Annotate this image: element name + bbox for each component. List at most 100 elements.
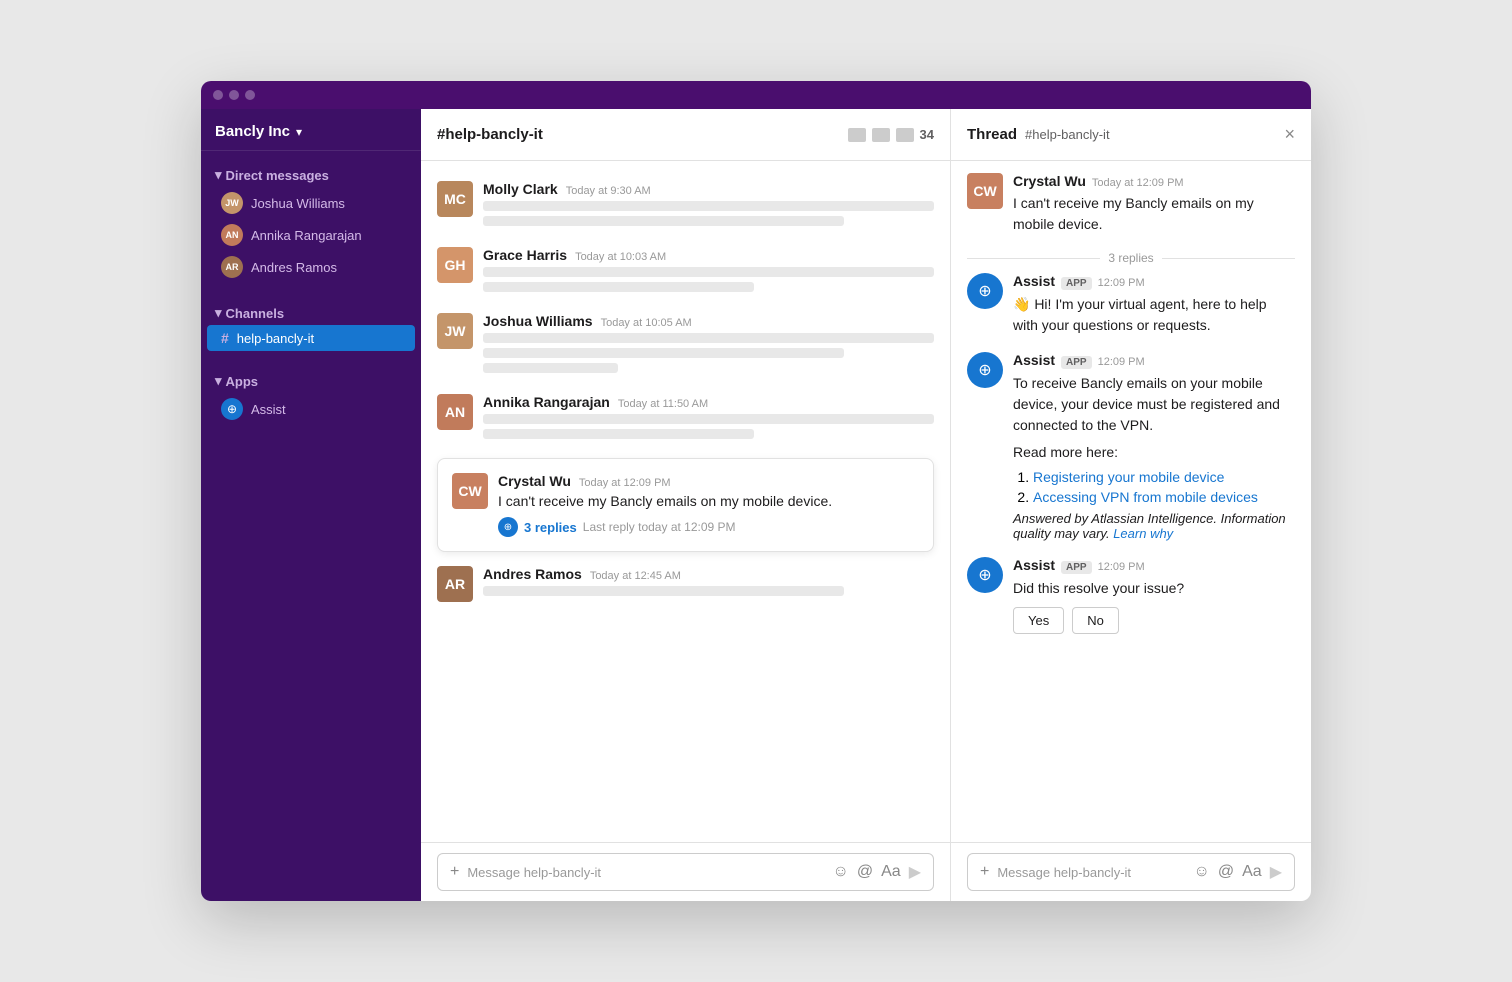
highlighted-content: Crystal Wu Today at 12:09 PM I can't rec… — [498, 473, 919, 537]
message-group-grace: GH Grace Harris Today at 10:03 AM — [421, 239, 950, 305]
list-item-2: Accessing VPN from mobile devices — [1033, 489, 1295, 505]
app-window: Bancly Inc ▾ ▾ Direct messages JW Joshua… — [201, 81, 1311, 901]
thread-emoji-icon[interactable]: ☺ — [1194, 863, 1210, 881]
thread-msg-time-crystal: Today at 12:09 PM — [1092, 177, 1184, 189]
thread-input-placeholder[interactable]: Message help-bancly-it — [997, 865, 1185, 880]
sidebar-item-joshua[interactable]: JW Joshua Williams — [207, 187, 415, 219]
avatar-grace: GH — [437, 247, 473, 283]
avatar-crystal: CW — [452, 473, 488, 509]
thread-msg-author-assist-3: Assist — [1013, 557, 1055, 573]
message-group-joshua: JW Joshua Williams Today at 10:05 AM — [421, 305, 950, 386]
send-icon[interactable]: ▶ — [909, 862, 921, 882]
thread-close-button[interactable]: × — [1284, 124, 1295, 145]
footnote-link[interactable]: Learn why — [1113, 526, 1173, 541]
thread-mention-icon[interactable]: @ — [1218, 863, 1234, 881]
thread-msg-content-crystal: Crystal Wu Today at 12:09 PM I can't rec… — [1013, 173, 1295, 235]
workspace-header[interactable]: Bancly Inc ▾ — [201, 109, 421, 151]
message-content-annika: Annika Rangarajan Today at 11:50 AM — [483, 394, 934, 444]
avatar-andres-msg: AR — [437, 566, 473, 602]
message-content-molly: Molly Clark Today at 9:30 AM — [483, 181, 934, 231]
msg-line-9 — [483, 429, 754, 439]
replies-icon: ⊕ — [498, 517, 518, 537]
resolve-buttons: Yes No — [1013, 607, 1295, 634]
thread-footnote: Answered by Atlassian Intelligence. Info… — [1013, 511, 1295, 541]
thread-links-list: Registering your mobile device Accessing… — [1013, 469, 1295, 505]
app-body: Bancly Inc ▾ ▾ Direct messages JW Joshua… — [201, 109, 1311, 901]
hash-icon: # — [221, 330, 229, 346]
workspace-name: Bancly Inc — [215, 123, 290, 140]
message-group-andres: AR Andres Ramos Today at 12:45 AM — [421, 558, 950, 610]
thread-msg-crystal: CW Crystal Wu Today at 12:09 PM I can't … — [967, 173, 1295, 235]
thread-msg-header-crystal: Crystal Wu Today at 12:09 PM — [1013, 173, 1295, 189]
thread-msg-text-assist-2: To receive Bancly emails on your mobile … — [1013, 373, 1295, 436]
channel-icon-3[interactable] — [896, 128, 914, 142]
channels-collapse-icon: ▾ — [215, 305, 222, 321]
replies-link[interactable]: 3 replies — [524, 520, 577, 535]
message-time-joshua: Today at 10:05 AM — [601, 317, 692, 329]
member-count: 34 — [920, 127, 934, 142]
link-register[interactable]: Registering your mobile device — [1033, 469, 1224, 485]
thread-plus-icon[interactable]: + — [980, 863, 989, 881]
sidebar: Bancly Inc ▾ ▾ Direct messages JW Joshua… — [201, 109, 421, 901]
thread-msg-assist-1: ⊕ Assist APP 12:09 PM 👋 Hi! I'm your vir… — [967, 273, 1295, 336]
channel-input-box[interactable]: + Message help-bancly-it ☺ @ Aa ▶ — [437, 853, 934, 891]
thread-formatting-icon[interactable]: Aa — [1242, 863, 1262, 881]
thread-msg-header-assist-3: Assist APP 12:09 PM — [1013, 557, 1295, 574]
sidebar-item-help-bancly-it[interactable]: # help-bancly-it — [207, 325, 415, 351]
apps-header[interactable]: ▾ Apps — [201, 369, 421, 393]
yes-button[interactable]: Yes — [1013, 607, 1064, 634]
message-header-molly: Molly Clark Today at 9:30 AM — [483, 181, 934, 197]
title-bar-dot-3 — [245, 90, 255, 100]
no-button[interactable]: No — [1072, 607, 1119, 634]
thread-input-area: + Message help-bancly-it ☺ @ Aa ▶ — [951, 842, 1311, 901]
assist-app-icon: ⊕ — [221, 398, 243, 420]
sidebar-item-label-joshua: Joshua Williams — [251, 196, 345, 211]
msg-line-4 — [483, 282, 754, 292]
channels-header[interactable]: ▾ Channels — [201, 301, 421, 325]
thread-input-box[interactable]: + Message help-bancly-it ☺ @ Aa ▶ — [967, 853, 1295, 891]
channel-name: #help-bancly-it — [437, 126, 840, 143]
direct-messages-label: Direct messages — [226, 168, 329, 183]
thread-avatar-crystal: CW — [967, 173, 1003, 209]
plus-icon[interactable]: + — [450, 863, 459, 881]
formatting-icon[interactable]: Aa — [881, 863, 901, 881]
channel-input-area: + Message help-bancly-it ☺ @ Aa ▶ — [421, 842, 950, 901]
channel-input-placeholder[interactable]: Message help-bancly-it — [467, 865, 824, 880]
channels-section: ▾ Channels # help-bancly-it — [201, 289, 421, 357]
message-content-andres: Andres Ramos Today at 12:45 AM — [483, 566, 934, 602]
msg-line-10 — [483, 586, 844, 596]
direct-messages-header[interactable]: ▾ Direct messages — [201, 163, 421, 187]
sidebar-item-label-assist: Assist — [251, 402, 286, 417]
avatar-andres: AR — [221, 256, 243, 278]
sidebar-item-annika[interactable]: AN Annika Rangarajan — [207, 219, 415, 251]
thread-msg-author-assist-1: Assist — [1013, 273, 1055, 289]
highlighted-message-crystal[interactable]: CW Crystal Wu Today at 12:09 PM I can't … — [437, 458, 934, 552]
thread-send-icon[interactable]: ▶ — [1270, 862, 1282, 882]
msg-line-8 — [483, 414, 934, 424]
highlighted-header: Crystal Wu Today at 12:09 PM — [498, 473, 919, 489]
msg-line-3 — [483, 267, 934, 277]
mention-icon[interactable]: @ — [857, 863, 873, 881]
message-header-annika: Annika Rangarajan Today at 11:50 AM — [483, 394, 934, 410]
sidebar-item-assist[interactable]: ⊕ Assist — [207, 393, 415, 425]
sidebar-item-label-andres: Andres Ramos — [251, 260, 337, 275]
highlighted-time: Today at 12:09 PM — [579, 477, 671, 489]
msg-line-2 — [483, 216, 844, 226]
message-time-grace: Today at 10:03 AM — [575, 251, 666, 263]
message-content-joshua: Joshua Williams Today at 10:05 AM — [483, 313, 934, 378]
message-group-annika: AN Annika Rangarajan Today at 11:50 AM — [421, 386, 950, 452]
message-header-grace: Grace Harris Today at 10:03 AM — [483, 247, 934, 263]
title-bar-dot-1 — [213, 90, 223, 100]
message-author-andres: Andres Ramos — [483, 566, 582, 582]
message-header-joshua: Joshua Williams Today at 10:05 AM — [483, 313, 934, 329]
apps-label: Apps — [226, 374, 259, 389]
thread-msg-content-assist-2: Assist APP 12:09 PM To receive Bancly em… — [1013, 352, 1295, 541]
app-badge-1: APP — [1061, 277, 1092, 290]
emoji-icon[interactable]: ☺ — [833, 863, 849, 881]
channel-icon-1[interactable] — [848, 128, 866, 142]
highlighted-inner: CW Crystal Wu Today at 12:09 PM I can't … — [452, 473, 919, 537]
link-vpn[interactable]: Accessing VPN from mobile devices — [1033, 489, 1258, 505]
sidebar-item-andres[interactable]: AR Andres Ramos — [207, 251, 415, 283]
thread-msg-assist-3: ⊕ Assist APP 12:09 PM Did this resolve y… — [967, 557, 1295, 634]
channel-icon-2[interactable] — [872, 128, 890, 142]
